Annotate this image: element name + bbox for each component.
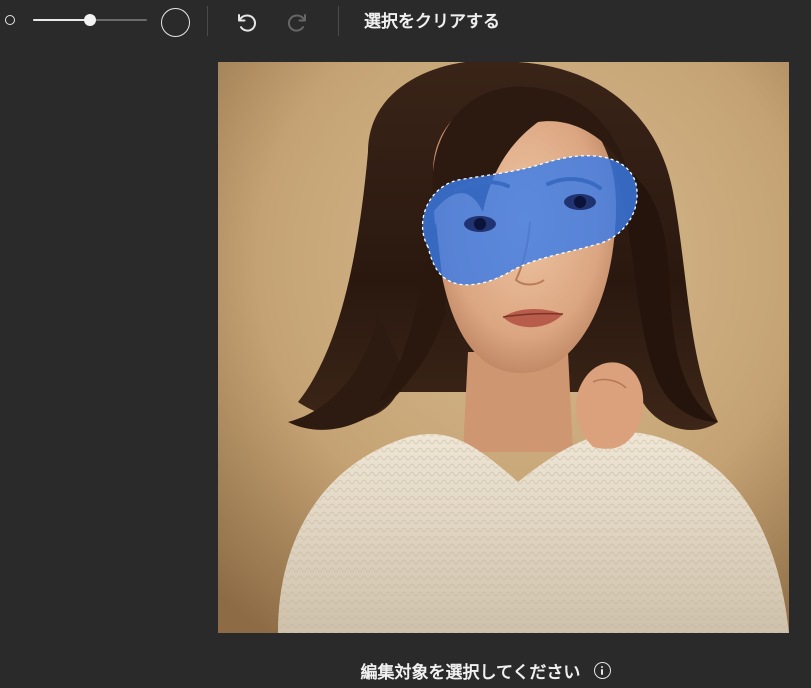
slider-fill [33,19,90,21]
redo-button[interactable] [283,8,311,36]
brush-size-slider[interactable] [33,10,147,30]
toolbar-divider [338,6,339,36]
slider-thumb[interactable] [84,14,96,26]
undo-button[interactable] [233,8,261,36]
toolbar: 選択をクリアする [0,0,811,46]
info-icon[interactable] [593,662,611,679]
brush-large-icon [161,8,190,37]
toolbar-divider [207,6,208,36]
image-editor: 選択をクリアする 編集対象を選択してください [0,0,811,688]
portrait-image [218,62,789,633]
redo-icon [287,14,306,32]
image-canvas[interactable] [218,62,789,633]
brush-small-icon [5,15,15,25]
hint-bar: 編集対象を選択してください [0,658,811,686]
hint-text: 編集対象を選択してください [360,663,581,683]
undo-icon [238,14,257,32]
clear-selection-button[interactable]: 選択をクリアする [364,10,500,34]
